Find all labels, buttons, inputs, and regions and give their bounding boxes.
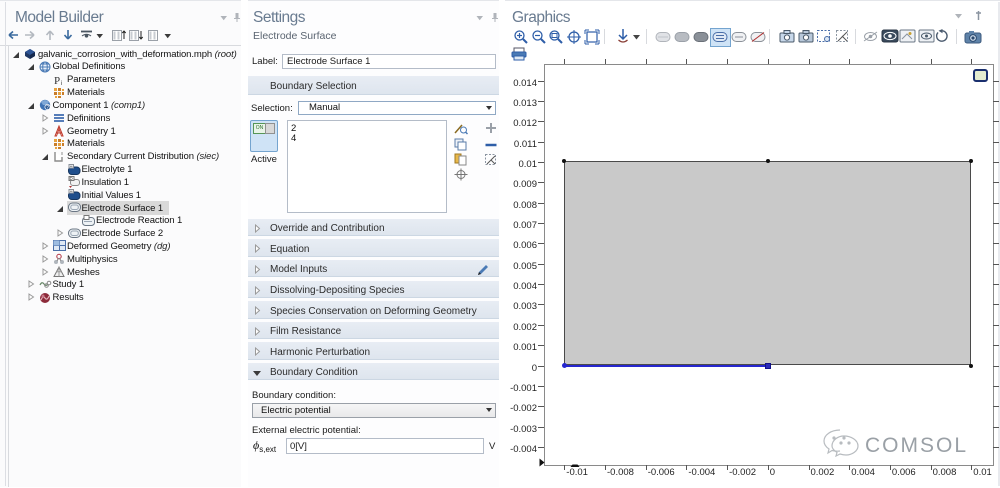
svg-text:?: ? xyxy=(46,105,49,111)
svg-text:i: i xyxy=(61,81,62,86)
svg-text:P: P xyxy=(54,75,60,86)
svg-text:COMSOL: COMSOL xyxy=(865,434,968,457)
